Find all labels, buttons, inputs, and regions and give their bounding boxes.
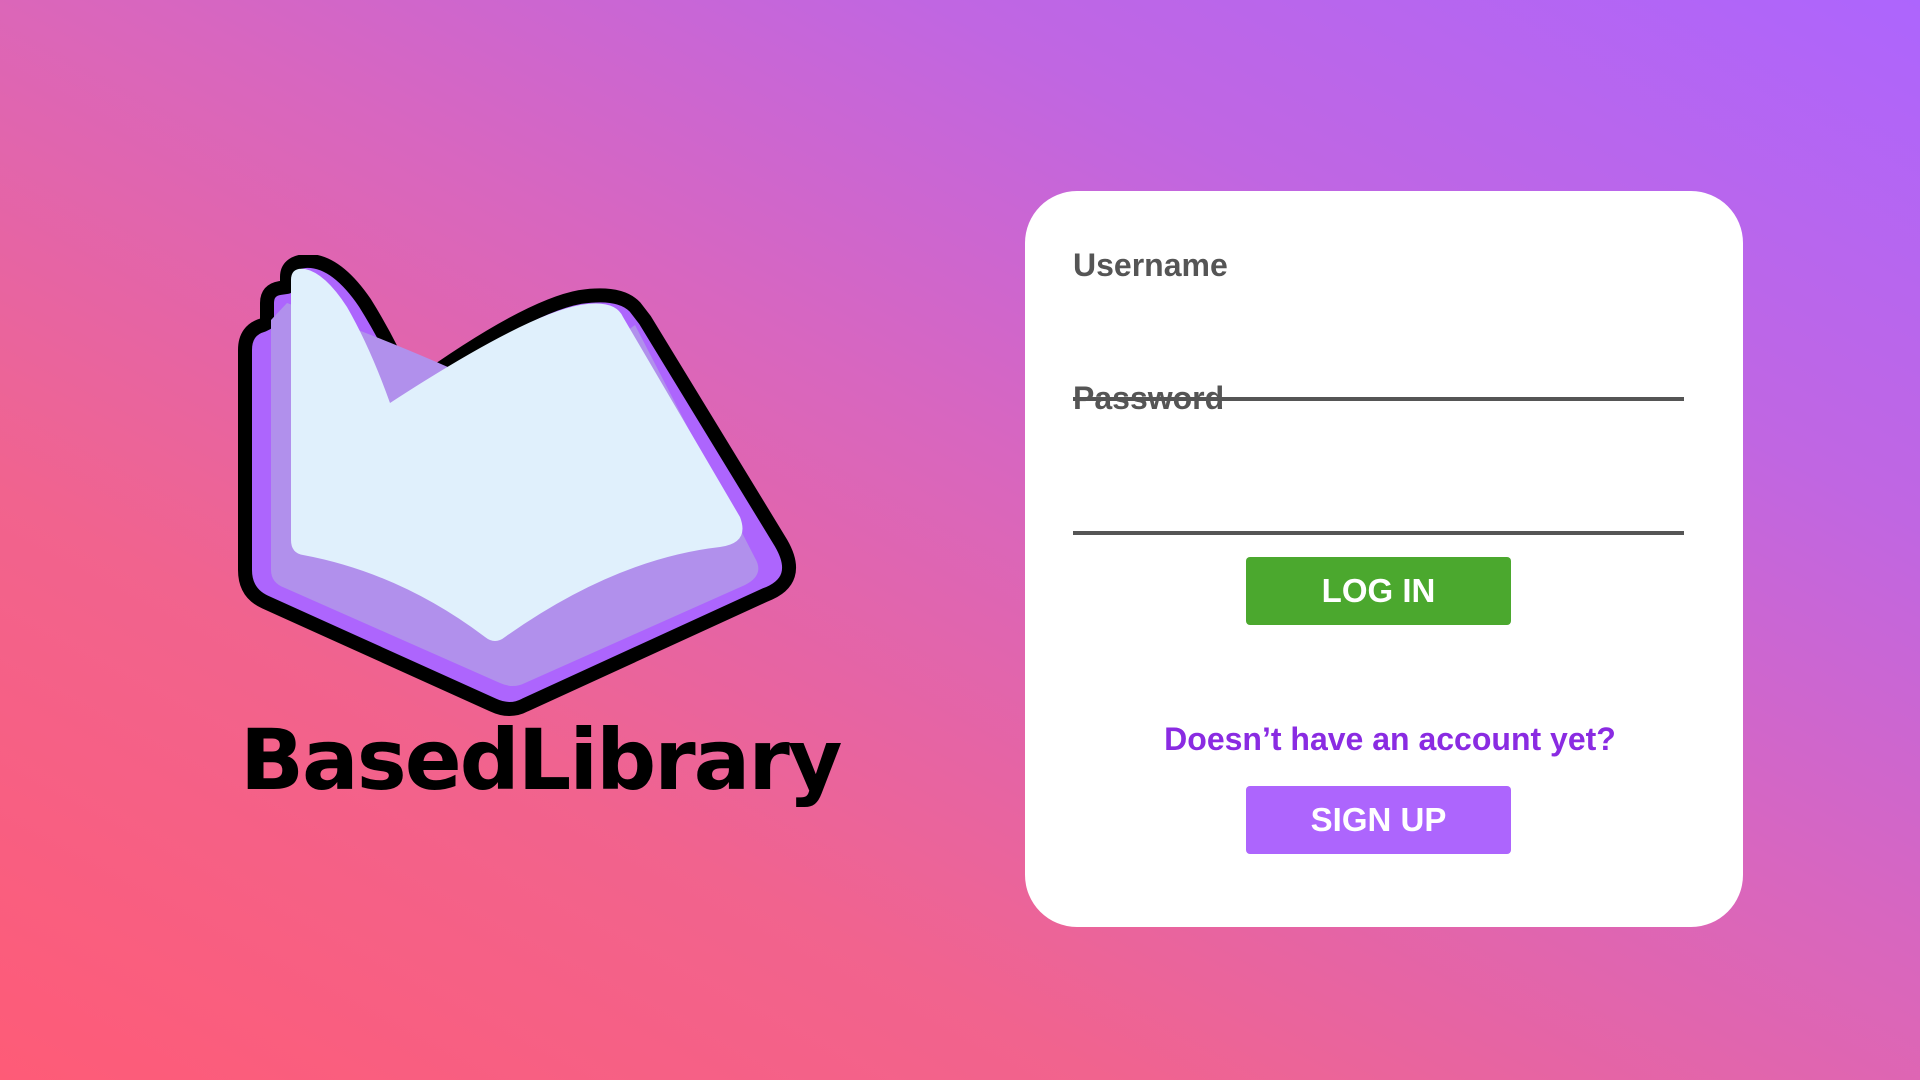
- open-book-icon: [225, 255, 825, 725]
- signup-button[interactable]: SIGN UP: [1246, 786, 1511, 854]
- username-label: Username: [1073, 247, 1228, 283]
- brand-name: BasedLibrary: [240, 711, 843, 809]
- password-label: Password: [1073, 380, 1225, 416]
- login-card: Username Password LOG IN Doesn’t have an…: [1025, 191, 1743, 927]
- password-input[interactable]: [1073, 489, 1684, 535]
- login-button[interactable]: LOG IN: [1246, 557, 1511, 625]
- signup-prompt-link[interactable]: Doesn’t have an account yet?: [1025, 721, 1743, 758]
